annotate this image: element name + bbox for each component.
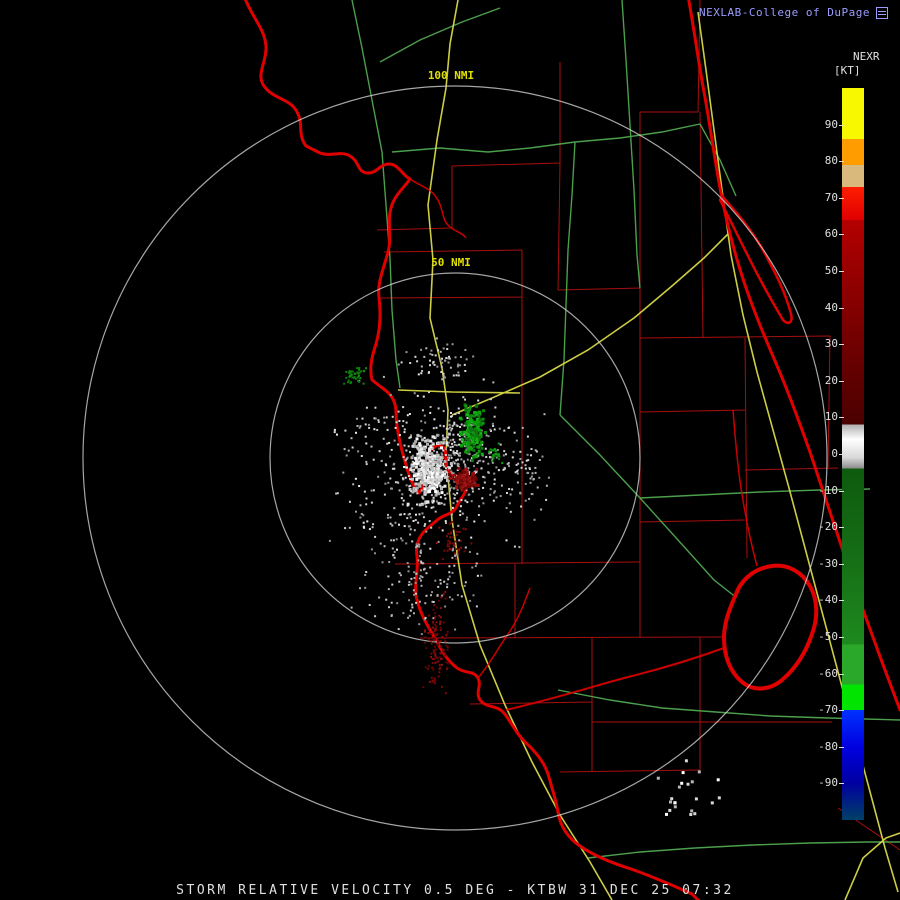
echo-right-gray	[482, 426, 550, 521]
colorbar-tick: -70	[794, 704, 844, 716]
colorbar-tick: -50	[794, 631, 844, 643]
range-ring	[82, 85, 828, 831]
colorbar-tick: -10	[794, 484, 844, 497]
colorbar-tick: -30	[794, 557, 844, 570]
colorbar-tick: -20	[794, 521, 844, 533]
colorbar-tick: 60	[794, 228, 844, 240]
colorbar-tick: 20	[794, 374, 844, 387]
colorbar-tick: 80	[794, 155, 844, 167]
echo-green-west	[343, 367, 367, 385]
radar-echoes	[328, 337, 721, 816]
colorbar-tick: 50	[794, 265, 844, 277]
range-rings	[82, 85, 828, 831]
colorbar-tick: -40	[794, 594, 844, 606]
range-ring-label: 50 NMI	[431, 256, 471, 269]
echo-far-se-gray	[656, 759, 721, 816]
range-ring	[269, 272, 641, 644]
colorbar-tick: -90	[794, 777, 844, 789]
radar-map: 50 NMI 100 NMI	[82, 0, 900, 900]
colorbar-tick: -80	[794, 740, 844, 753]
echo-red-mid	[435, 520, 473, 561]
barrier-island	[718, 194, 793, 325]
colorbar-tick: 0	[794, 448, 844, 460]
colorbar-tick: 70	[794, 191, 844, 204]
echo-green-main	[458, 403, 487, 463]
brand-logo-icon	[876, 6, 888, 19]
product-status-text: STORM RELATIVE VELOCITY 0.5 DEG - KTBW 3…	[176, 883, 734, 898]
range-ring-labels: 50 NMI 100 NMI	[428, 69, 474, 269]
product-code-label: NEXR	[853, 50, 880, 63]
legend-units-label: [KT]	[834, 64, 861, 77]
colorbar-tick: 30	[794, 338, 844, 350]
colorbar-tick: 40	[794, 301, 844, 314]
radar-viewport: 50 NMI 100 NMI NEXLAB-College of DuPage N…	[0, 0, 900, 900]
colorbar-tick: 90	[794, 118, 844, 131]
colorbar-tick: -60	[794, 667, 844, 680]
range-ring-label: 100 NMI	[428, 69, 474, 82]
brand-text: NEXLAB-College of DuPage	[699, 6, 870, 19]
colorbar-tick: 10	[794, 411, 844, 423]
echo-south-gray	[359, 529, 478, 636]
brand: NEXLAB-College of DuPage	[699, 6, 888, 19]
velocity-colorbar	[842, 88, 864, 820]
